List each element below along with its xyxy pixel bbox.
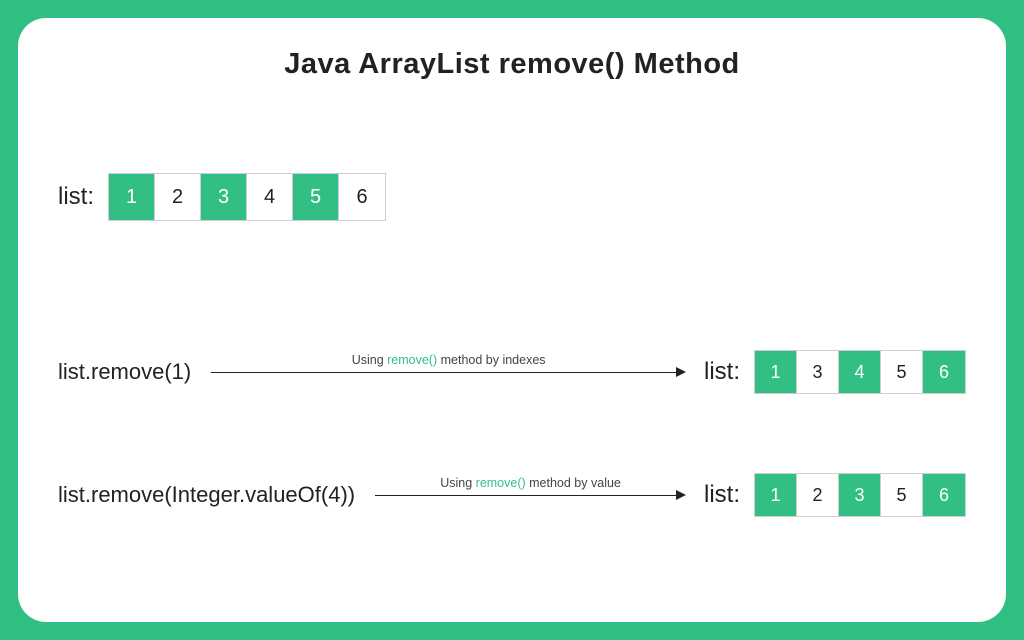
caption-accent: remove() — [476, 476, 526, 490]
example1-caption: Using remove() method by indexes — [211, 353, 686, 371]
example2-caption: Using remove() method by value — [375, 476, 686, 494]
list-cell: 5 — [293, 174, 339, 220]
list-cell: 1 — [755, 351, 797, 393]
example2-result-label: list: — [704, 481, 740, 509]
caption-text: Using — [352, 353, 387, 367]
list-cell: 3 — [201, 174, 247, 220]
example1-result-label: list: — [704, 358, 740, 386]
initial-list-label: list: — [58, 183, 94, 211]
example2-arrow: Using remove() method by value — [375, 480, 686, 510]
caption-text: method by indexes — [437, 353, 545, 367]
list-cell: 6 — [339, 174, 385, 220]
arrow-head-icon — [676, 367, 686, 377]
list-cell: 4 — [247, 174, 293, 220]
arrow-line — [211, 372, 678, 373]
caption-text: method by value — [526, 476, 621, 490]
example1-row: list.remove(1) Using remove() method by … — [58, 350, 966, 394]
list-cell: 4 — [839, 351, 881, 393]
caption-accent: remove() — [387, 353, 437, 367]
list-cell: 2 — [797, 474, 839, 516]
list-cell: 6 — [923, 474, 965, 516]
example2-row: list.remove(Integer.valueOf(4)) Using re… — [58, 473, 966, 517]
example2-result-cells: 1 2 3 5 6 — [754, 473, 966, 517]
page-title: Java ArrayList remove() Method — [58, 48, 966, 81]
list-cell: 5 — [881, 351, 923, 393]
arrow-line — [375, 495, 678, 496]
example2-call: list.remove(Integer.valueOf(4)) — [58, 482, 355, 508]
list-cell: 1 — [109, 174, 155, 220]
arrow-head-icon — [676, 490, 686, 500]
list-cell: 6 — [923, 351, 965, 393]
example1-result-cells: 1 3 4 5 6 — [754, 350, 966, 394]
example1-call: list.remove(1) — [58, 359, 191, 385]
initial-list-cells: 1 2 3 4 5 6 — [108, 173, 386, 221]
list-cell: 1 — [755, 474, 797, 516]
list-cell: 2 — [155, 174, 201, 220]
list-cell: 3 — [839, 474, 881, 516]
example1-arrow: Using remove() method by indexes — [211, 357, 686, 387]
list-cell: 5 — [881, 474, 923, 516]
caption-text: Using — [440, 476, 475, 490]
diagram-card: Java ArrayList remove() Method list: 1 2… — [18, 18, 1006, 622]
list-cell: 3 — [797, 351, 839, 393]
initial-list-row: list: 1 2 3 4 5 6 — [58, 173, 966, 221]
